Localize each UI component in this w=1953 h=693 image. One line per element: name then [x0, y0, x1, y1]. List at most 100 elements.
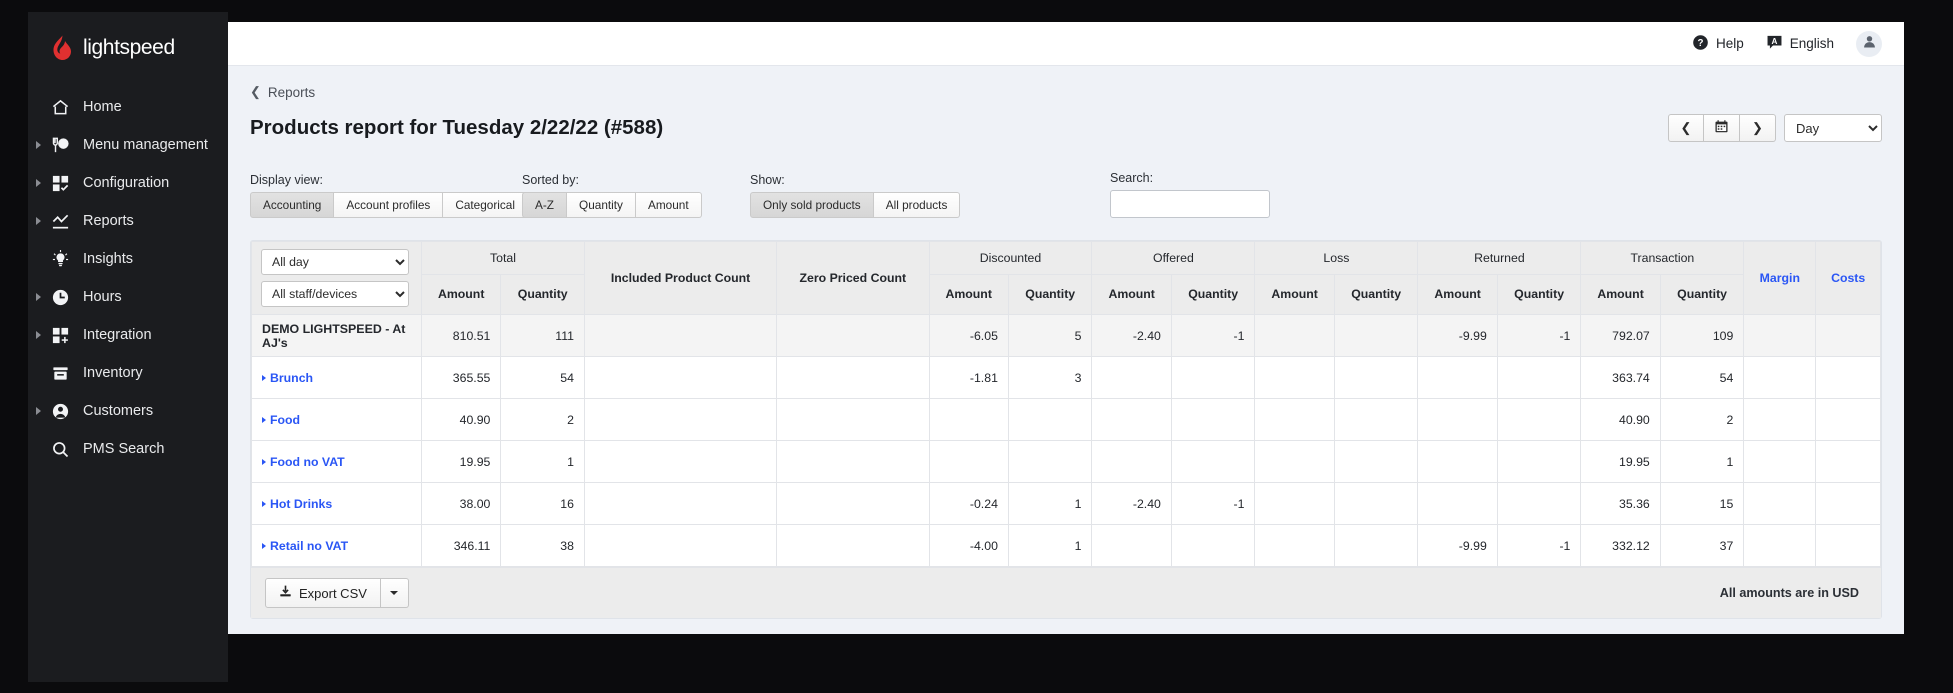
sidebar-item-integration[interactable]: Integration [28, 316, 228, 354]
cell-total-quantity: 2 [500, 398, 585, 441]
sidebar-item-pms-search[interactable]: PMS Search [28, 430, 228, 468]
calendar-picker-button[interactable] [1704, 114, 1740, 142]
sorted-by-group: Sorted by: A-Z Quantity Amount [522, 173, 702, 218]
cell-costs [1815, 356, 1881, 399]
previous-period-button[interactable]: ❮ [1668, 114, 1704, 142]
table-header-group-row: All day All staff/devices Total Included… [251, 241, 1881, 315]
breadcrumb[interactable]: ❮ Reports [250, 84, 1882, 100]
category-expand-link[interactable]: Retail no VAT [262, 539, 348, 553]
cell-returned-quantity: -1 [1496, 314, 1582, 357]
column-costs-link[interactable]: Costs [1815, 241, 1881, 315]
cell-discounted-quantity: 3 [1007, 356, 1093, 399]
cell-costs [1815, 398, 1881, 441]
table-body: DEMO LIGHTSPEED - At AJ's 810.51 111 -6.05 5… [251, 314, 1881, 567]
language-button[interactable]: A English [1766, 34, 1834, 54]
sidebar-item-insights[interactable]: Insights [28, 240, 228, 278]
cell-discounted-quantity: 1 [1007, 482, 1093, 525]
row-label-cell[interactable]: Food no VAT [251, 440, 422, 483]
cell-offered-amount [1091, 524, 1172, 567]
sidebar-item-label: Integration [83, 327, 152, 343]
category-expand-link[interactable]: Food no VAT [262, 455, 345, 469]
sidebar-item-hours[interactable]: Hours [28, 278, 228, 316]
cell-discounted-quantity [1007, 440, 1093, 483]
sort-amount-button[interactable]: Amount [635, 192, 702, 218]
cell-loss-quantity [1333, 356, 1419, 399]
display-view-accounting-button[interactable]: Accounting [250, 192, 335, 218]
calendar-icon [1715, 120, 1728, 136]
cell-discounted-amount: -4.00 [928, 524, 1009, 567]
column-group-total: Total [421, 241, 585, 275]
sidebar-item-home[interactable]: Home [28, 88, 228, 126]
breadcrumb-label: Reports [267, 84, 316, 100]
cell-transaction-quantity: 1 [1659, 440, 1745, 483]
help-button[interactable]: ? Help [1692, 34, 1744, 54]
display-view-group: Display view: Accounting Account profile… [250, 173, 555, 218]
display-view-segmented-control: Accounting Account profiles Categorical [250, 192, 555, 218]
cell-total-amount: 38.00 [420, 482, 502, 525]
category-expand-link[interactable]: Brunch [262, 371, 313, 385]
table-row: Brunch 365.55 54 -1.81 3 363.74 54 [251, 356, 1881, 399]
export-csv-button[interactable]: Export CSV [265, 578, 381, 608]
title-row: Products report for Tuesday 2/22/22 (#58… [250, 114, 1882, 142]
cell-offered-quantity [1170, 440, 1256, 483]
sidebar-nav: Home Menu management Configuration Repor… [28, 88, 228, 468]
period-select[interactable]: Day [1784, 114, 1882, 142]
configuration-grid-icon [50, 173, 70, 193]
help-label: Help [1715, 36, 1744, 51]
table-header-sub-row: Amount Quantity Amount Quantity Amount Q… [252, 273, 1881, 316]
cell-transaction-quantity: 15 [1659, 482, 1745, 525]
row-label-cell[interactable]: Retail no VAT [251, 524, 422, 567]
row-label-cell[interactable]: Brunch [251, 356, 422, 399]
category-expand-link[interactable]: Food [262, 413, 300, 427]
search-input[interactable] [1110, 190, 1270, 218]
cell-offered-amount [1091, 440, 1172, 483]
subcolumn-discounted-amount: Amount [928, 273, 1009, 316]
triangle-right-icon [262, 417, 266, 423]
sidebar-item-configuration[interactable]: Configuration [28, 164, 228, 202]
sort-quantity-button[interactable]: Quantity [567, 192, 636, 218]
sort-az-button[interactable]: A-Z [522, 192, 568, 218]
brand-logo-area[interactable]: lightspeed [28, 26, 228, 70]
cell-loss-quantity [1333, 314, 1419, 357]
cell-discounted-amount: -1.81 [928, 356, 1009, 399]
sidebar-item-label: Customers [83, 403, 154, 419]
display-view-account-profiles-button[interactable]: Account profiles [334, 192, 444, 218]
show-only-sold-products-button[interactable]: Only sold products [750, 192, 874, 218]
cell-returned-quantity [1496, 398, 1582, 441]
cell-offered-quantity: -1 [1170, 482, 1256, 525]
cell-zero-priced-count [776, 398, 930, 441]
sidebar-item-inventory[interactable]: Inventory [28, 354, 228, 392]
export-control-group: Export CSV [265, 578, 409, 608]
next-period-button[interactable]: ❯ [1740, 114, 1776, 142]
show-all-products-button[interactable]: All products [873, 192, 961, 218]
user-avatar-button[interactable] [1856, 30, 1882, 57]
row-label-cell[interactable]: Hot Drinks [251, 482, 422, 525]
category-expand-link[interactable]: Hot Drinks [262, 497, 332, 511]
display-view-categorical-button[interactable]: Categorical [443, 192, 528, 218]
flame-logo-icon [50, 35, 74, 61]
sidebar-item-reports[interactable]: Reports [28, 202, 228, 240]
export-options-button[interactable] [380, 578, 409, 608]
sidebar-item-menu-management[interactable]: Menu management [28, 126, 228, 164]
time-range-select[interactable]: All day [261, 249, 409, 275]
search-label: Search: [1110, 171, 1154, 185]
cell-costs [1815, 524, 1881, 567]
home-icon [50, 97, 70, 117]
cell-returned-quantity [1496, 482, 1582, 525]
cell-discounted-amount: -6.05 [928, 314, 1009, 357]
staff-device-select[interactable]: All staff/devices [261, 281, 409, 307]
table-row: DEMO LIGHTSPEED - At AJ's 810.51 111 -6.05 5… [251, 314, 1881, 357]
cell-total-amount: 19.95 [420, 440, 502, 483]
sidebar: lightspeed Home Menu management Configur… [28, 12, 228, 682]
cell-included-product-count [583, 440, 778, 483]
cell-total-amount: 346.11 [420, 524, 502, 567]
sidebar-item-customers[interactable]: Customers [28, 392, 228, 430]
cell-transaction-amount: 332.12 [1580, 524, 1661, 567]
cell-margin [1743, 482, 1817, 525]
cell-transaction-amount: 40.90 [1580, 398, 1661, 441]
cell-included-product-count [583, 524, 778, 567]
row-label-cell[interactable]: Food [251, 398, 422, 441]
translate-bubble-icon: A [1766, 34, 1783, 54]
cell-zero-priced-count [776, 482, 930, 525]
column-margin-link[interactable]: Margin [1743, 241, 1817, 315]
